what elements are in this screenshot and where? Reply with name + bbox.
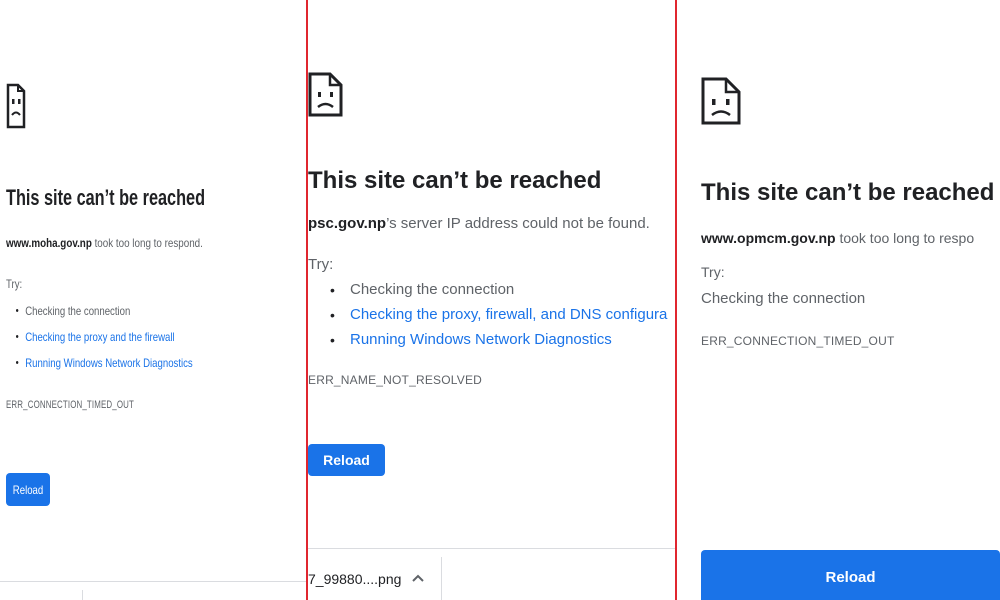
error-host: www.opmcm.gov.np [701,230,836,246]
error-message: www.opmcm.gov.np took too long to respo [701,230,974,246]
suggestion-check-connection: Checking the connection [701,290,866,307]
sad-page-icon [701,77,741,125]
suggestion-list: Checking the connection Checking the pro… [6,301,193,379]
try-label: Try: [6,277,23,291]
error-message: psc.gov.np’s server IP address could not… [308,215,650,232]
suggestion-proxy-firewall-link[interactable]: Checking the proxy and the firewall [6,327,193,353]
error-code: ERR_NAME_NOT_RESOLVED [308,373,483,387]
suggestion-list: Checking the connection Checking the pro… [308,280,667,355]
browser-pane-moha: This site can’t be reached www.moha.gov.… [0,0,306,600]
suggestion-network-diagnostics-link[interactable]: Running Windows Network Diagnostics [6,353,193,379]
download-bar: 7_99880....png [308,548,675,600]
reload-button[interactable]: Reload [308,444,385,476]
error-code: ERR_CONNECTION_TIMED_OUT [6,399,134,411]
chevron-up-icon[interactable] [412,573,424,583]
download-bar-separator [82,590,83,600]
error-host: www.moha.gov.np [6,236,92,250]
error-code: ERR_CONNECTION_TIMED_OUT [701,334,895,348]
error-message: www.moha.gov.np took too long to respond… [6,236,203,250]
sad-page-icon [308,72,343,117]
browser-pane-psc: This site can’t be reached psc.gov.np’s … [308,0,675,600]
download-bar-separator [441,557,442,600]
sad-page-icon [6,83,26,129]
try-label: Try: [701,264,725,280]
download-bar-border [0,581,306,582]
suggestion-network-diagnostics-link[interactable]: Running Windows Network Diagnostics [308,330,667,355]
suggestion-check-connection: Checking the connection [6,301,193,327]
error-title: This site can’t be reached [6,185,206,210]
download-item-filename[interactable]: 7_99880....png [308,571,401,587]
error-host: psc.gov.np [308,215,387,232]
reload-button-label: Reload [12,482,44,497]
suggestion-check-connection: Checking the connection [308,280,667,305]
browser-pane-opmcm: This site can’t be reached www.opmcm.gov… [677,0,1000,600]
error-message-text: ’s server IP address could not be found. [386,215,650,232]
reload-button[interactable]: Reload [701,550,1000,600]
try-label: Try: [308,256,334,273]
reload-button[interactable]: Reload [6,473,50,506]
suggestion-proxy-firewall-dns-link[interactable]: Checking the proxy, firewall, and DNS co… [308,305,667,330]
error-title: This site can’t be reached [308,167,602,194]
reload-button-label: Reload [825,568,876,586]
error-message-text: took too long to respond. [91,236,203,250]
error-message-text: took too long to respo [835,230,975,246]
error-title: This site can’t be reached [701,179,995,206]
reload-button-label: Reload [323,452,370,468]
